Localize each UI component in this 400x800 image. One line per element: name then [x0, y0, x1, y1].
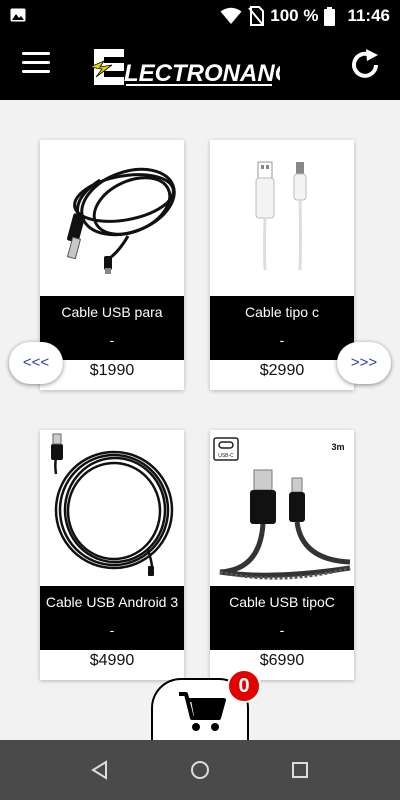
product-card[interactable]: Cable USB para - $1990 — [40, 140, 184, 390]
product-card[interactable]: Cable USB Android 3 - $4990 — [40, 430, 184, 680]
refresh-icon[interactable] — [348, 48, 382, 82]
back-icon[interactable] — [88, 758, 112, 782]
next-page-button[interactable]: >>> — [337, 342, 391, 384]
clock: 11:46 — [347, 6, 390, 25]
wifi-icon — [220, 7, 242, 24]
hamburger-line — [22, 70, 50, 73]
app-bar: LECTRONANO — [0, 32, 400, 100]
status-bar: 100 % 11:46 — [0, 0, 400, 32]
no-sim-icon — [248, 6, 265, 26]
battery-percent: 100 % — [270, 6, 319, 25]
product-title-band: Cable USB Android 3 - — [40, 586, 184, 650]
product-price: $2990 — [259, 362, 305, 379]
electronano-logo: LECTRONANO — [90, 49, 280, 87]
product-description: - — [279, 622, 285, 638]
product-name: Cable tipo c — [245, 304, 319, 320]
product-card[interactable]: Cable tipo c - $2990 — [210, 140, 354, 390]
gallery-notification-icon — [10, 8, 26, 22]
product-image-white-usb-c-cable — [210, 140, 354, 296]
product-title-band: Cable USB para - — [40, 296, 184, 360]
cart-count-badge: 0 — [227, 669, 261, 703]
product-price: $6990 — [259, 652, 305, 669]
home-icon[interactable] — [188, 758, 212, 782]
svg-text:USB-C: USB-C — [218, 453, 234, 459]
navigation-bar — [0, 740, 400, 800]
product-description: - — [109, 622, 115, 638]
product-title-band: Cable tipo c - — [210, 296, 354, 360]
svg-text:3m: 3m — [331, 442, 344, 452]
product-name: Cable USB tipoC — [229, 594, 335, 610]
product-image-black-micro-usb-coil-cable — [40, 430, 184, 586]
product-name: Cable USB para — [61, 304, 163, 320]
product-title-band: Cable USB tipoC - — [210, 586, 354, 650]
menu-button[interactable] — [22, 52, 50, 76]
product-card[interactable]: USB-C 3m Cable USB tipoC - $6990 — [210, 430, 354, 680]
product-price: $4990 — [89, 652, 135, 669]
product-description: - — [279, 332, 285, 348]
battery-icon — [324, 6, 336, 26]
product-name: Cable USB Android 3 — [45, 594, 179, 610]
product-description: - — [109, 332, 115, 348]
product-image-braided-usb-c-cable: USB-C 3m — [210, 430, 354, 586]
svg-text:LECTRONANO: LECTRONANO — [124, 60, 280, 87]
previous-page-button[interactable]: <<< — [9, 342, 63, 384]
recent-apps-icon[interactable] — [288, 758, 312, 782]
product-image-black-mini-usb-cable — [40, 140, 184, 296]
shopping-cart-icon — [179, 692, 226, 731]
hamburger-line — [22, 61, 50, 64]
hamburger-line — [22, 52, 50, 55]
